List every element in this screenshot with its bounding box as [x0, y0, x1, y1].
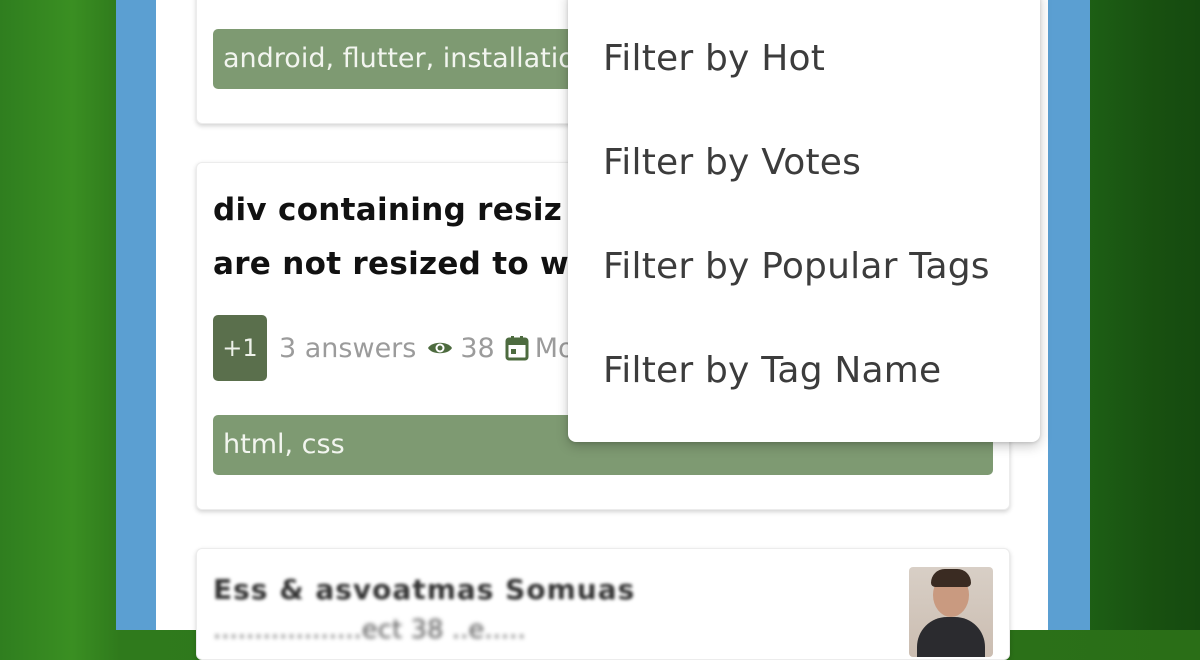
vote-count-badge[interactable]: +1 [213, 315, 267, 381]
menu-item-filter-votes[interactable]: Filter by Votes [603, 142, 861, 183]
question-card[interactable]: Ess & asvoatmas Somuas .................… [196, 548, 1010, 660]
date-stat: Mo [505, 333, 575, 364]
calendar-icon [505, 335, 529, 361]
menu-item-filter-hot[interactable]: Filter by Hot [603, 38, 825, 79]
question-meta: +1 3 answers 38 Mo [213, 315, 575, 381]
menu-item-filter-popular-tags[interactable]: Filter by Popular Tags [603, 246, 990, 287]
answer-count: 3 answers [279, 332, 417, 364]
background-right [1088, 0, 1200, 630]
view-count: 38 [460, 332, 495, 364]
menu-item-filter-tag-name[interactable]: Filter by Tag Name [603, 350, 941, 391]
filter-dropdown-menu: Filter by Hot Filter by Votes Filter by … [568, 0, 1040, 442]
eye-icon [426, 338, 454, 358]
view-stat: 38 [426, 332, 495, 364]
question-meta: ..................ect 38 ..e..... [213, 615, 526, 645]
question-title[interactable]: Ess & asvoatmas Somuas [213, 573, 635, 606]
avatar[interactable] [909, 567, 993, 657]
